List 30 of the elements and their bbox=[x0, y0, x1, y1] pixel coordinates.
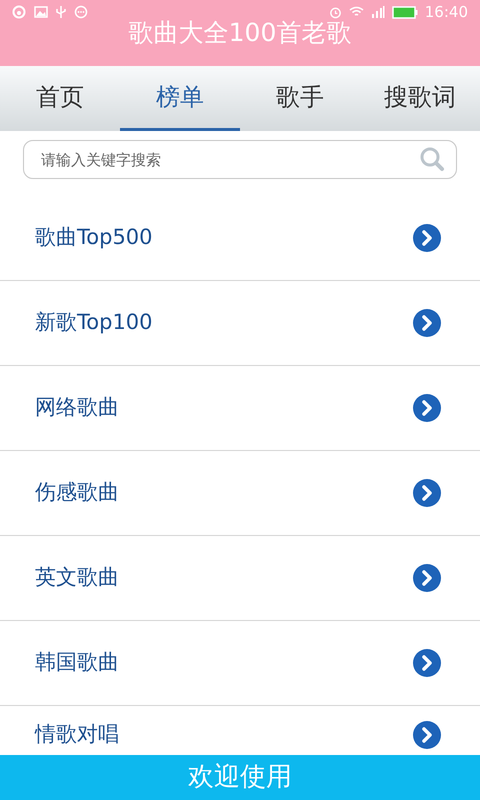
chevron-icon bbox=[412, 223, 442, 253]
wifi-icon bbox=[348, 6, 364, 18]
app-title: 歌曲大全100首老歌 bbox=[128, 17, 352, 49]
alarm-icon bbox=[328, 6, 342, 18]
chevron-icon bbox=[412, 308, 442, 338]
list-item[interactable]: 网络歌曲 bbox=[0, 366, 480, 451]
chevron-icon bbox=[412, 478, 442, 508]
tab[interactable]: 歌手 bbox=[240, 66, 360, 131]
tab[interactable]: 榜单 bbox=[120, 66, 240, 131]
tab[interactable]: 首页 bbox=[0, 66, 120, 131]
chevron-icon bbox=[412, 648, 442, 678]
list-item[interactable]: 伤感歌曲 bbox=[0, 451, 480, 536]
search-field[interactable]: 请输入关键字搜索 bbox=[23, 140, 457, 179]
battery-icon bbox=[392, 6, 418, 18]
search-icon bbox=[419, 146, 445, 172]
status-time: 16:40 bbox=[424, 4, 468, 20]
list-item[interactable]: 情歌对唱 bbox=[0, 706, 480, 755]
chevron-icon bbox=[412, 720, 442, 750]
welcome-text: 欢迎使用 bbox=[188, 761, 292, 794]
signal-icon bbox=[370, 6, 385, 18]
list-item[interactable]: 英文歌曲 bbox=[0, 536, 480, 621]
list-item[interactable]: 歌曲Top500 bbox=[0, 196, 480, 281]
notification-icon bbox=[12, 5, 26, 19]
tab[interactable]: 搜歌词 bbox=[360, 66, 480, 131]
list-item[interactable]: 韩国歌曲 bbox=[0, 621, 480, 706]
image-icon bbox=[34, 6, 48, 18]
more-icon bbox=[74, 5, 88, 19]
list-item[interactable]: 新歌Top100 bbox=[0, 281, 480, 366]
chevron-icon bbox=[412, 393, 442, 423]
chevron-icon bbox=[412, 563, 442, 593]
